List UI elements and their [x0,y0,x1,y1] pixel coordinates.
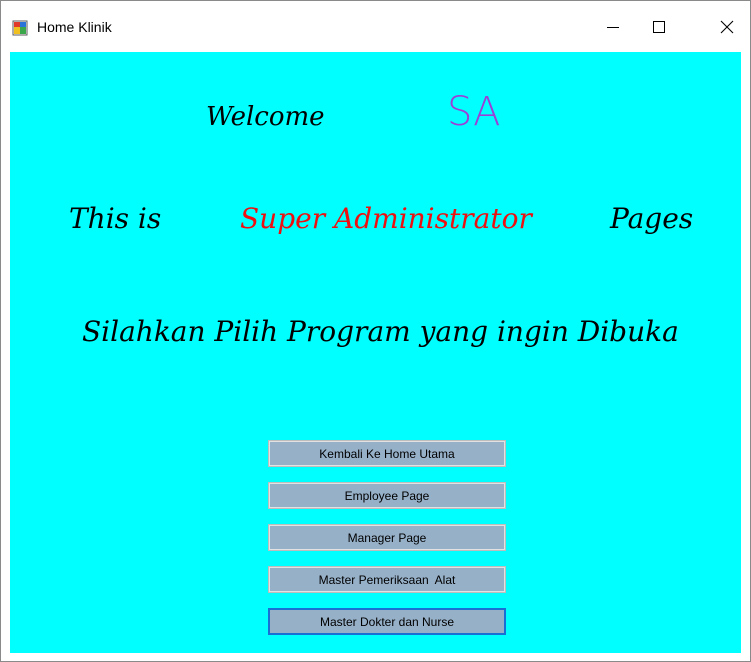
employee-page-button[interactable]: Employee Page [268,482,506,509]
role-label: Super Administrator [240,202,532,235]
back-to-home-button[interactable]: Kembali Ke Home Utama [268,440,506,467]
master-dokter-nurse-button[interactable]: Master Dokter dan Nurse [268,608,506,635]
choose-program-label: Silahkan Pilih Program yang ingin Dibuka [82,315,679,348]
manager-page-button[interactable]: Manager Page [268,524,506,551]
minimize-button[interactable] [590,1,636,52]
maximize-button[interactable] [636,1,682,52]
app-window: Home Klinik Welcome SA This is Super Adm… [0,0,751,662]
title-bar[interactable]: Home Klinik [1,1,750,52]
close-icon [720,20,734,33]
welcome-label: Welcome [206,102,325,132]
minimize-icon [607,26,619,28]
maximize-icon [653,20,665,33]
form-client-area: Welcome SA This is Super Administrator P… [10,52,741,653]
window-title: Home Klinik [37,19,112,35]
this-is-label: This is [69,202,162,235]
close-button[interactable] [704,1,750,52]
form-app-icon [12,20,28,36]
pages-label: Pages [610,202,694,235]
user-code-label: SA [447,89,501,135]
master-pemeriksaan-alat-button[interactable]: Master Pemeriksaan Alat [268,566,506,593]
